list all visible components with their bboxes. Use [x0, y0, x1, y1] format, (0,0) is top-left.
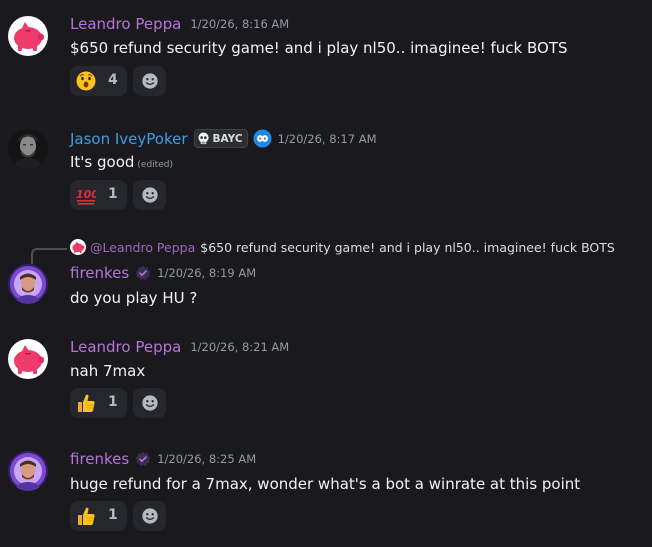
- avatar[interactable]: [8, 339, 48, 379]
- username[interactable]: Jason IveyPoker: [70, 130, 188, 148]
- timestamp: 1/20/26, 8:21 AM: [190, 340, 290, 354]
- reaction-chip[interactable]: 1: [70, 180, 127, 210]
- reply-avatar-icon: [70, 239, 86, 255]
- username[interactable]: firenkes: [70, 450, 129, 468]
- thumbs-up-icon: [76, 393, 96, 413]
- reaction-chip[interactable]: 1: [70, 501, 127, 531]
- add-reaction-button[interactable]: [133, 66, 166, 96]
- reaction-chip[interactable]: 4: [70, 66, 127, 96]
- timestamp: 1/20/26, 8:25 AM: [157, 452, 257, 466]
- avatar[interactable]: [8, 451, 48, 491]
- message-text: do you play HU ?: [70, 289, 198, 307]
- reaction-count: 1: [108, 507, 118, 523]
- reaction-count: 1: [108, 186, 118, 202]
- add-reaction-button[interactable]: [133, 388, 166, 418]
- message-header: firenkes 1/20/26, 8:19 AM: [70, 264, 256, 282]
- verified-badge-icon[interactable]: [135, 265, 151, 281]
- edited-label: (edited): [137, 160, 173, 170]
- avatar[interactable]: [8, 16, 48, 56]
- reaction-chip[interactable]: 1: [70, 388, 127, 418]
- message-text: $650 refund security game! and i play nl…: [70, 39, 568, 57]
- add-reaction-icon: [141, 186, 159, 204]
- add-reaction-icon: [141, 394, 159, 412]
- add-reaction-icon: [141, 507, 159, 525]
- message-text: nah 7max: [70, 362, 146, 380]
- message-text-content: It's good: [70, 153, 135, 171]
- message-text: huge refund for a 7max, wonder what's a …: [70, 475, 581, 493]
- piggy-bank-icon: [8, 339, 48, 379]
- piggy-bank-icon: [8, 16, 48, 56]
- server-tag-label: BAYC: [212, 132, 243, 145]
- message-header: Leandro Peppa 1/20/26, 8:21 AM: [70, 338, 289, 356]
- hundred-points-icon: [76, 185, 96, 205]
- message-header: firenkes 1/20/26, 8:25 AM: [70, 450, 256, 468]
- reply-text: $650 refund security game! and i play nl…: [200, 239, 615, 255]
- astonished-face-icon: [76, 71, 96, 91]
- timestamp: 1/20/26, 8:19 AM: [157, 266, 257, 280]
- reaction-count: 1: [108, 394, 118, 410]
- reaction-count: 4: [108, 72, 118, 88]
- user-portrait-icon: [8, 451, 48, 491]
- username[interactable]: Leandro Peppa: [70, 15, 181, 33]
- message-text: It's good (edited): [70, 153, 173, 171]
- role-badge-icon[interactable]: [253, 129, 272, 148]
- add-reaction-button[interactable]: [133, 180, 166, 210]
- username[interactable]: firenkes: [70, 264, 129, 282]
- thumbs-up-icon: [76, 506, 96, 526]
- message-header: Leandro Peppa 1/20/26, 8:16 AM: [70, 15, 289, 33]
- skull-icon: [197, 132, 210, 145]
- server-tag[interactable]: BAYC: [193, 129, 248, 148]
- avatar[interactable]: [8, 264, 48, 304]
- reply-connector: [31, 248, 67, 264]
- man-portrait-icon: [8, 129, 48, 169]
- add-reaction-button[interactable]: [133, 501, 166, 531]
- timestamp: 1/20/26, 8:16 AM: [190, 17, 290, 31]
- user-portrait-icon: [8, 264, 48, 304]
- add-reaction-icon: [141, 72, 159, 90]
- message-header: Jason IveyPoker BAYC 1/20/26, 8:17 AM: [70, 129, 377, 148]
- reply-preview[interactable]: @Leandro Peppa $650 refund security game…: [70, 237, 615, 257]
- timestamp: 1/20/26, 8:17 AM: [277, 131, 377, 146]
- username[interactable]: Leandro Peppa: [70, 338, 181, 356]
- verified-badge-icon[interactable]: [135, 451, 151, 467]
- avatar[interactable]: [8, 129, 48, 169]
- reply-author[interactable]: @Leandro Peppa: [90, 240, 195, 255]
